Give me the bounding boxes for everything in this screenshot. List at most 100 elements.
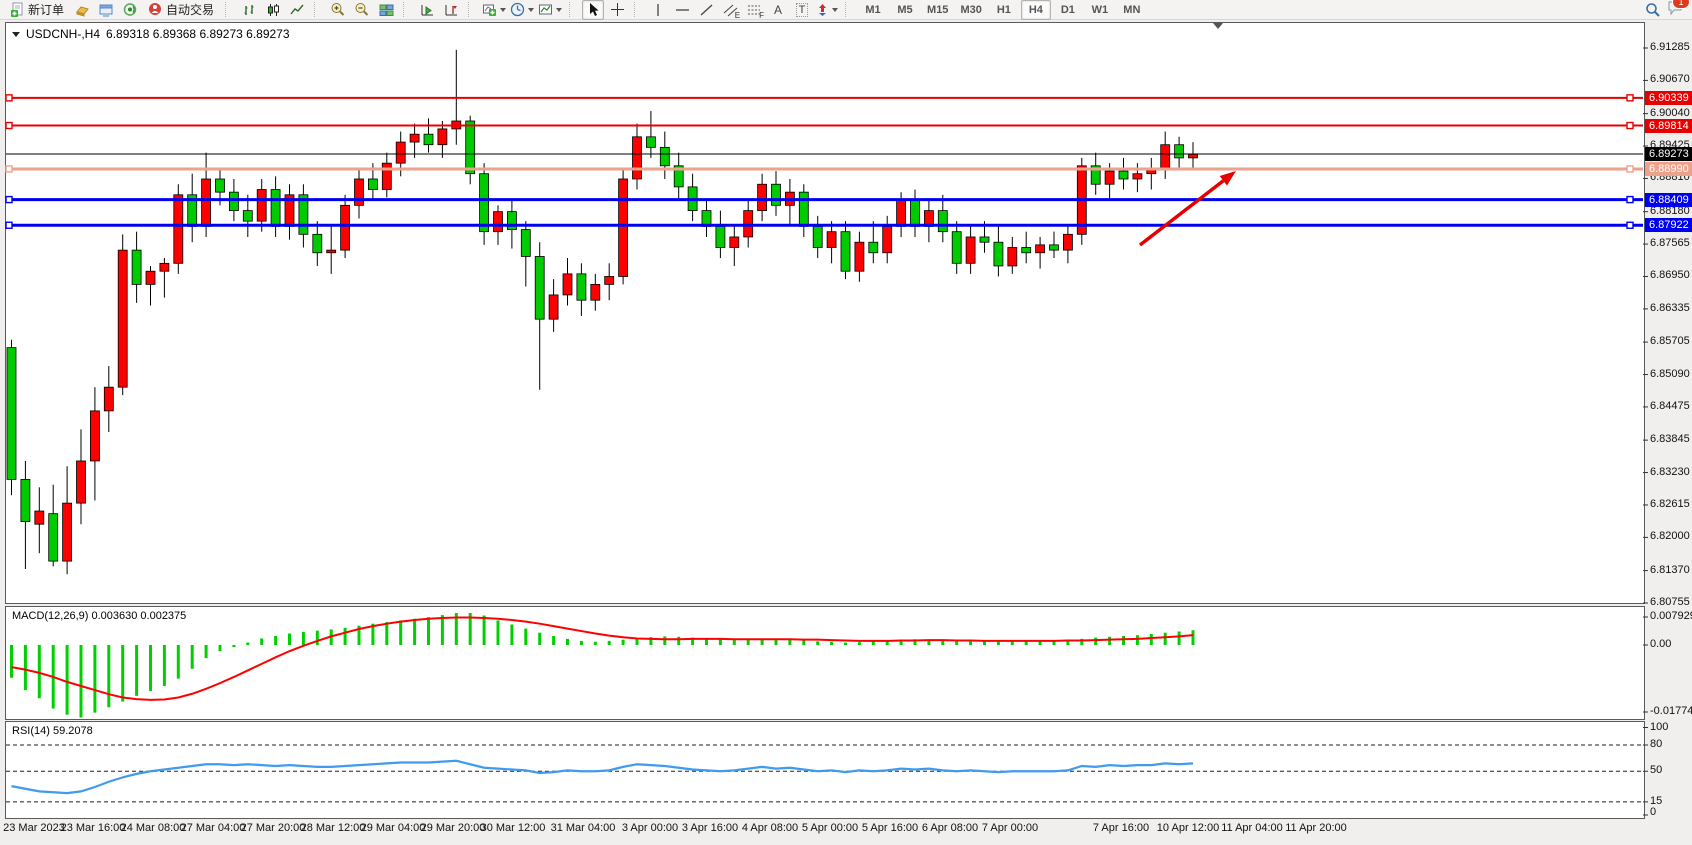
search-icon[interactable] <box>1645 2 1661 18</box>
vertical-line-icon <box>652 3 664 17</box>
time-axis-label: 24 Mar 08:00 <box>121 822 186 834</box>
label-tool-letter: T <box>796 3 809 17</box>
timeframe-d1[interactable]: D1 <box>1053 0 1083 20</box>
arrows-tool-button[interactable] <box>815 0 839 20</box>
timeframe-mn[interactable]: MN <box>1117 0 1147 20</box>
time-axis-label: 4 Apr 08:00 <box>742 822 798 834</box>
clock-icon <box>510 2 525 17</box>
editor-button[interactable] <box>71 0 93 20</box>
channel-tool-button[interactable]: E <box>719 0 741 20</box>
toolbar-separator <box>403 2 411 17</box>
time-axis-label: 10 Apr 12:00 <box>1157 822 1219 834</box>
rsi-panel[interactable] <box>5 721 1645 819</box>
timeframe-m1[interactable]: M1 <box>858 0 888 20</box>
price-tick-label: 6.86950 <box>1650 269 1690 281</box>
vertical-line-tool-button[interactable] <box>647 0 669 20</box>
toolbar-separator <box>468 2 476 17</box>
rsi-title: RSI(14) 59.2078 <box>12 725 93 737</box>
ohlc-values: 6.89318 6.89368 6.89273 6.89273 <box>106 27 290 41</box>
data-window-icon <box>98 3 114 17</box>
macd-panel[interactable] <box>5 606 1645 720</box>
price-chart-panel[interactable] <box>5 22 1645 604</box>
time-axis-label: 11 Apr 04:00 <box>1221 822 1283 834</box>
price-tick-label: 6.90040 <box>1650 107 1690 119</box>
templates-button[interactable] <box>537 0 563 20</box>
price-tick-label: 6.81370 <box>1650 564 1690 576</box>
indicators-button[interactable] <box>481 0 507 20</box>
data-window-button[interactable] <box>95 0 117 20</box>
macd-title: MACD(12,26,9) 0.003630 0.002375 <box>12 610 186 622</box>
text-tool-letter: A <box>774 3 782 17</box>
text-tool-button[interactable]: A <box>767 0 789 20</box>
trendline-icon <box>699 3 714 17</box>
time-axis-label: 6 Apr 08:00 <box>922 822 978 834</box>
horizontal-line-tool-button[interactable] <box>671 0 693 20</box>
time-axis-label: 3 Apr 00:00 <box>622 822 678 834</box>
time-axis-label: 11 Apr 20:00 <box>1285 822 1347 834</box>
price-tick-label: 6.80755 <box>1650 596 1690 608</box>
time-axis-label: 23 Mar 16:00 <box>61 822 126 834</box>
time-axis-label: 7 Apr 00:00 <box>982 822 1038 834</box>
timeframe-m5[interactable]: M5 <box>890 0 920 20</box>
timeframe-m30[interactable]: M30 <box>955 0 986 20</box>
autotrade-button[interactable]: 自动交易 <box>143 0 219 20</box>
fibonacci-tool-button[interactable]: F <box>743 0 765 20</box>
toolbar-right-group: 1 <box>1645 0 1692 20</box>
channel-tool-letter: E <box>735 11 740 20</box>
chevron-down-icon <box>528 8 534 12</box>
new-order-label: 新订单 <box>28 1 64 18</box>
chart-shift-button[interactable] <box>440 0 462 20</box>
timeframe-m15[interactable]: M15 <box>922 0 953 20</box>
fibonacci-tool-letter: F <box>759 11 764 20</box>
symbol-period-label: USDCNH-,H4 <box>26 27 100 41</box>
toolbar-separator <box>634 2 642 17</box>
macd-zero-label: 0.00 <box>1650 638 1671 650</box>
price-badge: 6.89273 <box>1645 147 1692 161</box>
timeframe-h1[interactable]: H1 <box>989 0 1019 20</box>
bar-chart-icon <box>242 3 257 17</box>
time-axis-label: 29 Mar 20:00 <box>421 822 486 834</box>
line-chart-type-button[interactable] <box>286 0 308 20</box>
candlestick-chart-type-button[interactable] <box>262 0 284 20</box>
cursor-tool-button[interactable] <box>582 0 604 20</box>
zoom-out-button[interactable] <box>351 0 373 20</box>
price-tick-label: 6.82615 <box>1650 498 1690 510</box>
crosshair-icon <box>610 2 625 17</box>
time-axis-label: 29 Mar 04:00 <box>361 822 426 834</box>
price-tick-label: 6.85090 <box>1650 368 1690 380</box>
rsi-level-label: 80 <box>1650 738 1662 750</box>
signals-button[interactable] <box>119 0 141 20</box>
chart-title: USDCNH-,H4 6.89318 6.89368 6.89273 6.892… <box>12 27 290 41</box>
new-order-button[interactable]: 新订单 <box>5 0 69 20</box>
arrows-tool-icon <box>816 3 829 16</box>
tile-windows-button[interactable] <box>375 0 397 20</box>
horizontal-line-icon <box>675 3 690 17</box>
periods-button[interactable] <box>509 0 535 20</box>
price-badge: 6.88409 <box>1645 193 1692 207</box>
price-tick-label: 6.83845 <box>1650 433 1690 445</box>
notification-badge: 1 <box>1672 0 1690 9</box>
templates-icon <box>538 3 553 17</box>
timeframe-w1[interactable]: W1 <box>1085 0 1115 20</box>
price-tick-label: 6.87565 <box>1650 237 1690 249</box>
label-tool-button[interactable]: T <box>791 0 813 20</box>
price-tick-label: 6.86335 <box>1650 302 1690 314</box>
toolbar-separator <box>314 2 322 17</box>
timeframe-h4[interactable]: H4 <box>1021 0 1051 20</box>
zoom-in-button[interactable] <box>327 0 349 20</box>
signals-icon <box>122 2 138 17</box>
editor-icon <box>75 3 90 17</box>
trendline-tool-button[interactable] <box>695 0 717 20</box>
price-tick-label: 6.83230 <box>1650 466 1690 478</box>
notifications-button[interactable]: 1 <box>1667 0 1684 20</box>
chart-menu-icon[interactable] <box>12 32 20 37</box>
bar-chart-type-button[interactable] <box>238 0 260 20</box>
price-badge: 6.87922 <box>1645 218 1692 232</box>
time-axis-label: 28 Mar 12:00 <box>301 822 366 834</box>
chevron-down-icon <box>556 8 562 12</box>
crosshair-tool-button[interactable] <box>606 0 628 20</box>
price-tick-label: 6.85705 <box>1650 335 1690 347</box>
macd-max-label: 0.007929 <box>1650 610 1692 622</box>
tile-windows-icon <box>379 3 394 17</box>
auto-scroll-button[interactable] <box>416 0 438 20</box>
